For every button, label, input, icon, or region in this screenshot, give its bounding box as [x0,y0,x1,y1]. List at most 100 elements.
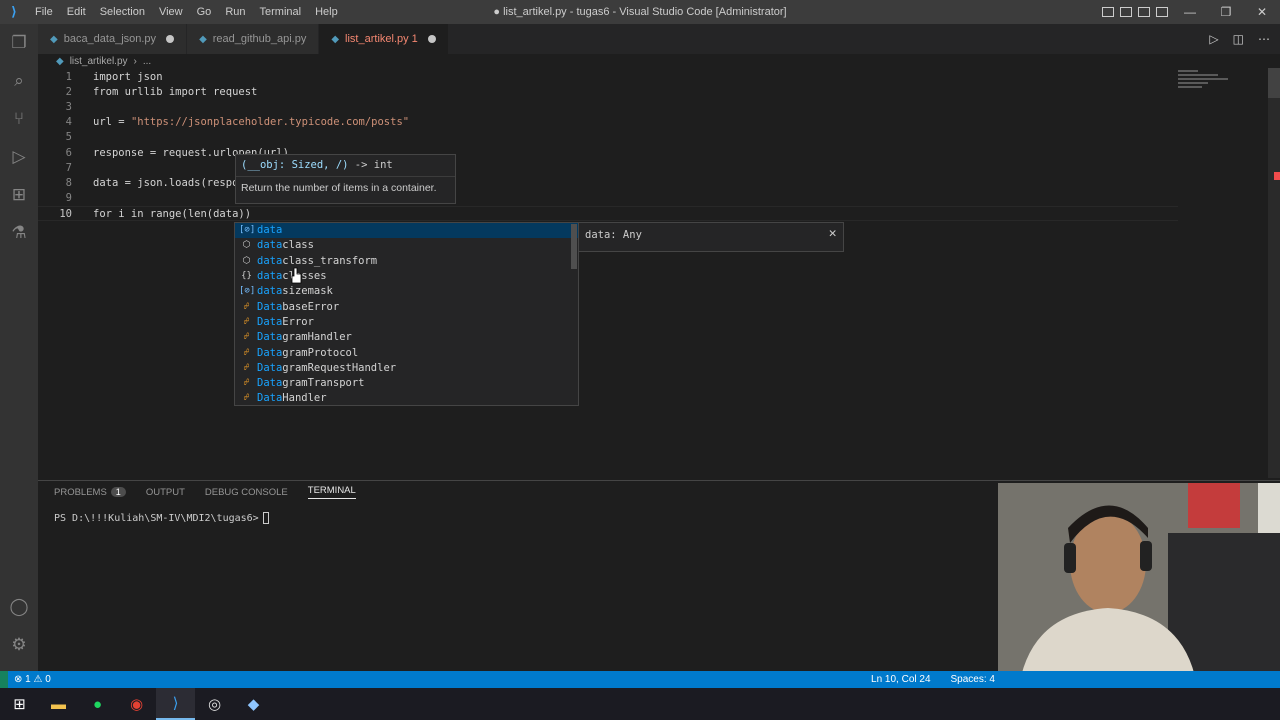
breadcrumb-more[interactable]: ... [143,56,151,67]
unsaved-dot-icon[interactable] [166,35,175,43]
suggestion-item[interactable]: ⬡ data class_transform [235,254,578,269]
suggestion-item[interactable]: ☍ Data gramTransport [235,376,578,391]
minimize-icon[interactable]: — [1172,0,1208,24]
windows-start-icon[interactable]: ⊞ [0,688,39,720]
restore-icon[interactable]: ❐ [1208,0,1244,24]
menu-terminal[interactable]: Terminal [253,6,309,18]
line-number: 4 [65,116,72,128]
editor-scrollbar[interactable] [1268,68,1280,478]
tab-problems[interactable]: PROBLEMS 1 [54,486,126,498]
suggestion-rest: gramTransport [282,377,365,390]
toggle-secondary-sidebar-icon[interactable] [1138,7,1150,17]
explorer-icon[interactable]: ❐ [0,24,38,62]
vscode-taskbar-icon[interactable]: ⟩ [156,688,195,720]
problems-status[interactable]: ⊗ 1 ⚠ 0 [8,674,51,685]
scrollbar-thumb[interactable] [1268,68,1280,98]
code-editor[interactable]: 1 import json 2 from urllib import request… [38,68,1268,478]
split-editor-icon[interactable]: ◫ [1233,32,1244,46]
close-icon[interactable]: ✕ [1244,0,1280,24]
line-number: 7 [65,162,72,174]
menu-help[interactable]: Help [308,6,345,18]
suggestion-item[interactable]: ☍ Data Handler [235,391,578,406]
code-line[interactable]: 3 [38,100,1178,115]
tab-list-artikel[interactable]: ◆ list_artikel.py 1 [319,24,449,54]
unsaved-dot-icon[interactable] [427,35,436,43]
menu-view[interactable]: View [152,6,190,18]
signature-doc: Return the number of items in a containe… [241,182,437,194]
breadcrumb-file[interactable]: list_artikel.py [70,56,128,67]
menu-run[interactable]: Run [218,6,252,18]
url-string[interactable]: "https://jsonplaceholder.typicode.com/po… [131,116,409,128]
suggestion-item[interactable]: ☍ Data gramHandler [235,330,578,345]
toggle-panel-icon[interactable] [1120,7,1132,17]
code-line[interactable]: 7 [38,161,1178,176]
suggestion-item[interactable]: ☍ Data Error [235,315,578,330]
suggestion-rest: gramProtocol [282,346,359,359]
suggestion-item[interactable]: ☍ Data gramProtocol [235,345,578,360]
code-line[interactable]: 9 [38,191,1178,206]
account-icon[interactable]: ◯ [0,588,38,626]
suggestion-item[interactable]: ☍ Data baseError [235,299,578,314]
suggestion-match: data [257,224,283,237]
suggestion-item[interactable]: ☍ Data gramRequestHandler [235,361,578,376]
suggestion-scrollbar[interactable] [571,224,577,269]
code-line[interactable]: 6 response = request.urlopen(url) [38,146,1178,161]
menu-file[interactable]: File [28,6,60,18]
indentation-status[interactable]: Spaces: 4 [951,674,995,685]
window-controls: — ❐ ✕ [1172,0,1280,24]
testing-icon[interactable]: ⚗ [0,214,38,252]
suggestion-rest: Handler [282,392,327,405]
terminal-prompt: PS D:\!!!Kuliah\SM-IV\MDI2\tugas6> [54,513,259,524]
minimap[interactable] [1178,68,1268,108]
chrome-icon[interactable]: ◉ [117,688,156,720]
toggle-sidebar-icon[interactable] [1102,7,1114,17]
code-line[interactable]: 1 import json [38,70,1178,85]
suggestion-item[interactable]: [⊘] data sizemask [235,284,578,299]
suggestion-match: Data [257,315,283,328]
code-line[interactable]: 2 from urllib import request [38,85,1178,100]
search-icon[interactable]: ⌕ [0,62,38,100]
source-control-icon[interactable]: ⑂ [0,100,38,138]
cursor-position[interactable]: Ln 10, Col 24 [871,674,931,685]
file-explorer-icon[interactable]: ▬ [39,688,78,720]
spotify-icon[interactable]: ● [78,688,117,720]
tab-baca-data-json[interactable]: ◆ baca_data_json.py [38,24,188,54]
suggestion-item[interactable]: {} data classes [235,269,578,284]
code-line[interactable]: 4 url = "https://jsonplaceholder.typicode… [38,115,1178,130]
suggestion-rest: gramHandler [282,331,352,344]
run-debug-icon[interactable]: ▷ [0,138,38,176]
code-line[interactable]: 5 [38,130,1178,145]
tab-read-github-api[interactable]: ◆ read_github_api.py [187,24,320,54]
signature-help-popup: (__obj: Sized, /) -> int Return the numb… [235,154,456,204]
tab-debug-console[interactable]: DEBUG CONSOLE [205,487,288,498]
tab-terminal[interactable]: TERMINAL [307,485,356,499]
line-number: 1 [65,71,72,83]
current-code-line[interactable]: 10 for i in range(len(data)) [38,206,1178,221]
menu-selection[interactable]: Selection [93,6,152,18]
menu-edit[interactable]: Edit [60,6,93,18]
suggestion-widget[interactable]: [⊘] data ⬡ data class ⬡ data class_transform … [234,222,579,406]
signature-return: -> int [348,159,393,171]
customize-layout-icon[interactable] [1156,7,1168,17]
menu-go[interactable]: Go [190,6,219,18]
run-python-icon[interactable]: ▷ [1209,32,1218,46]
obs-icon[interactable]: ◎ [195,688,234,720]
app-icon[interactable]: ◆ [234,688,273,720]
code-line[interactable]: 8 data = json.loads(respo [38,176,1178,191]
code-text: import json [93,71,163,83]
webcam-person-image [998,483,1280,693]
class-icon: ☍ [243,316,250,327]
variable-icon: [⊘] [239,225,256,236]
suggestion-details: data: Any ✕ [578,222,844,252]
tab-output[interactable]: OUTPUT [146,487,185,498]
suggestion-item[interactable]: ⬡ data class [235,238,578,253]
more-actions-icon[interactable]: ⋯ [1258,32,1270,46]
line-number: 9 [65,192,72,204]
manage-gear-icon[interactable]: ⚙ [0,626,38,664]
extensions-icon[interactable]: ⊞ [0,176,38,214]
suggestion-item[interactable]: [⊘] data [235,223,578,239]
close-details-icon[interactable]: ✕ [828,228,837,240]
remote-indicator[interactable] [0,671,8,688]
line-number: 2 [65,86,72,98]
suggestion-match: data [257,254,283,267]
